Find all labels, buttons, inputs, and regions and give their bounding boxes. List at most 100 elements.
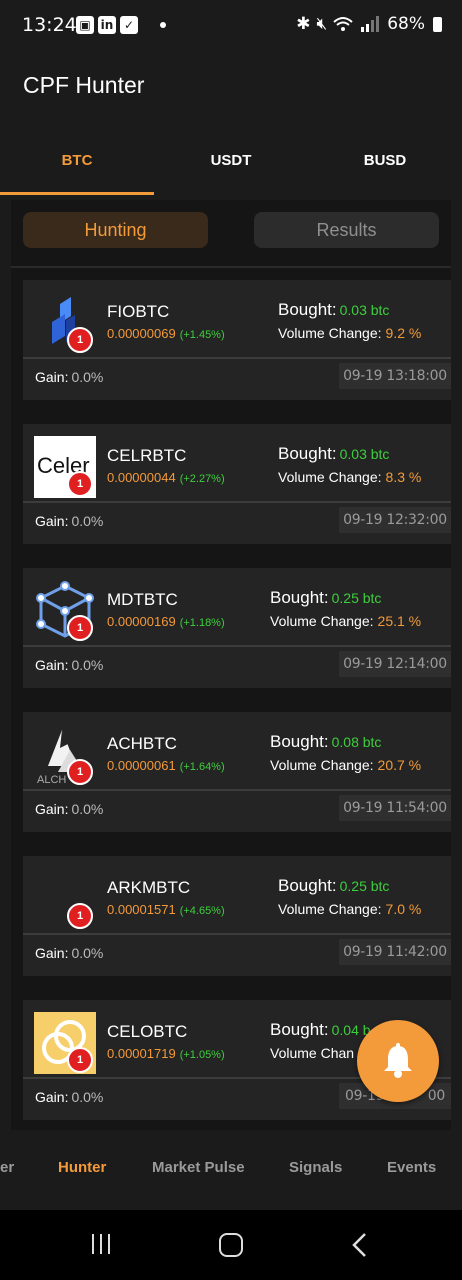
alert-count-badge: 1 (67, 471, 93, 497)
status-bar: 13:24 ▣ in ✓ ✱ 🔇︎ 68% (0, 0, 462, 52)
gain-value: 0.0% (71, 369, 104, 385)
card-divider (23, 357, 451, 359)
card-divider (23, 933, 451, 935)
timestamp: 09-19 13:18:00 (339, 363, 451, 389)
gain-row: Gain: 0.0% (35, 657, 104, 673)
volume-change-row: Volume Change: 20.7 % (270, 757, 422, 773)
bought-value: 0.25 btc (331, 590, 382, 606)
alert-count-badge: 1 (67, 615, 93, 641)
gain-value: 0.0% (71, 657, 104, 673)
coin-price: 0.00001719 (+1.05%) (107, 1046, 225, 1061)
coin-price: 0.00000061 (+1.64%) (107, 758, 225, 773)
alchemy-logo-text: ALCH (37, 774, 67, 786)
linkedin-icon: in (98, 16, 116, 34)
signal-card[interactable]: 1 ARKMBTC 0.00001571 (+4.65%) Bought: 0.25… (23, 856, 451, 976)
gain-value: 0.0% (71, 513, 104, 529)
volume-change-value: 25.1 % (377, 613, 422, 629)
coin-symbol: FIOBTC (107, 302, 170, 321)
battery-icon (433, 16, 442, 32)
notifications-fab-button[interactable] (357, 1020, 439, 1102)
coin-symbol: ACHBTC (107, 734, 177, 753)
gain-row: Gain: 0.0% (35, 801, 104, 817)
bought-value: 0.03 btc (339, 446, 390, 462)
card-divider (23, 789, 451, 791)
tab-usdt[interactable]: USDT (154, 135, 308, 195)
recent-apps-icon[interactable] (89, 1232, 113, 1256)
card-divider (23, 645, 451, 647)
coin-price: 0.00000169 (+1.18%) (107, 614, 225, 629)
tab-busd[interactable]: BUSD (308, 135, 462, 195)
volume-change-row: Volume Change: 8.3 % (278, 469, 422, 485)
mute-icon: 🔇︎ (316, 14, 328, 34)
bought-value: 0.03 btc (339, 302, 390, 318)
tab-btc[interactable]: BTC (0, 135, 154, 195)
timestamp: 09-19 11:54:00 (339, 795, 451, 821)
nav-item-partial[interactable]: er (0, 1148, 14, 1188)
coin-price: 0.00000069 (+1.45%) (107, 326, 225, 341)
notification-dot-icon (160, 22, 166, 28)
divider (11, 266, 451, 268)
alert-count-badge: 1 (67, 903, 93, 929)
status-time: 13:24 (22, 14, 77, 36)
signal-card[interactable]: 1 FIOBTC 0.00000069 (+1.45%) Bought: 0.03 … (23, 280, 451, 400)
volume-change-row: Volume Chan (270, 1045, 355, 1061)
wifi-icon (333, 17, 353, 31)
gain-value: 0.0% (71, 945, 104, 961)
market-tabs: BTC USDT BUSD (0, 135, 462, 195)
signal-card[interactable]: ALCH 1 ACHBTC 0.00000061 (+1.64%) Bought:… (23, 712, 451, 832)
gain-row: Gain: 0.0% (35, 1089, 104, 1105)
nav-item-signals[interactable]: Signals (289, 1148, 342, 1188)
nav-item-events[interactable]: Events (387, 1148, 436, 1188)
signal-card[interactable]: Celer 1 CELRBTC 0.00000044 (+2.27%) Bough… (23, 424, 451, 544)
bell-icon (384, 1043, 412, 1078)
alert-count-badge: 1 (67, 1047, 93, 1073)
price-change: (+2.27%) (179, 473, 225, 485)
timestamp: 09-19 11:42:00 (339, 939, 451, 965)
coin-symbol: ARKMBTC (107, 878, 191, 897)
gain-row: Gain: 0.0% (35, 513, 104, 529)
coin-price: 0.00000044 (+2.27%) (107, 470, 225, 485)
app-title: CPF Hunter (23, 72, 145, 98)
gain-row: Gain: 0.0% (35, 945, 104, 961)
volume-change-value: 7.0 % (385, 901, 422, 917)
bought-value: 0.25 btc (339, 878, 390, 894)
bought-row: Bought: 0.25 btc (270, 588, 382, 607)
coin-price: 0.00001571 (+4.65%) (107, 902, 225, 917)
hunter-panel: Hunting Results 1 FIOBTC 0.00000069 (+1.4… (11, 200, 451, 1130)
volume-change-row: Volume Change: 7.0 % (278, 901, 422, 917)
volume-change-value: 20.7 % (377, 757, 422, 773)
bluetooth-icon: ✱ (296, 14, 311, 34)
signal-card[interactable]: 1 MDTBTC 0.00000169 (+1.18%) Bought: 0.25 … (23, 568, 451, 688)
timestamp: 09-19 12:14:00 (339, 651, 451, 677)
bought-row: Bought: 0.04 b (270, 1020, 371, 1039)
price-change: (+1.45%) (179, 329, 225, 341)
results-segment-button[interactable]: Results (254, 212, 439, 248)
nav-item-hunter[interactable]: Hunter (58, 1148, 106, 1188)
volume-change-value: 9.2 % (385, 325, 422, 341)
alert-count-badge: 1 (67, 759, 93, 785)
coin-symbol: CELRBTC (107, 446, 187, 465)
card-divider (23, 501, 451, 503)
price-change: (+4.65%) (179, 905, 225, 917)
battery-percent: 68% (387, 14, 425, 34)
bought-row: Bought: 0.08 btc (270, 732, 382, 751)
system-nav-bar (0, 1210, 462, 1280)
back-icon[interactable] (350, 1232, 370, 1258)
price-change: (+1.05%) (179, 1049, 225, 1061)
volume-change-row: Volume Change: 25.1 % (270, 613, 422, 629)
gain-value: 0.0% (71, 1089, 104, 1105)
coin-symbol: MDTBTC (107, 590, 178, 609)
nav-item-market-pulse[interactable]: Market Pulse (152, 1148, 245, 1188)
volume-change-value: 8.3 % (385, 469, 422, 485)
bought-row: Bought: 0.03 btc (278, 444, 390, 463)
home-icon[interactable] (218, 1232, 244, 1258)
bought-value: 0.08 btc (331, 734, 382, 750)
bottom-nav: er Hunter Market Pulse Signals Events (0, 1148, 462, 1188)
hunting-segment-button[interactable]: Hunting (23, 212, 208, 248)
coin-symbol: CELOBTC (107, 1022, 188, 1041)
volume-change-row: Volume Change: 9.2 % (278, 325, 422, 341)
bought-row: Bought: 0.03 btc (278, 300, 390, 319)
gallery-icon: ▣ (76, 16, 94, 34)
checkbox-icon: ✓ (120, 16, 138, 34)
signal-icon (361, 16, 380, 32)
